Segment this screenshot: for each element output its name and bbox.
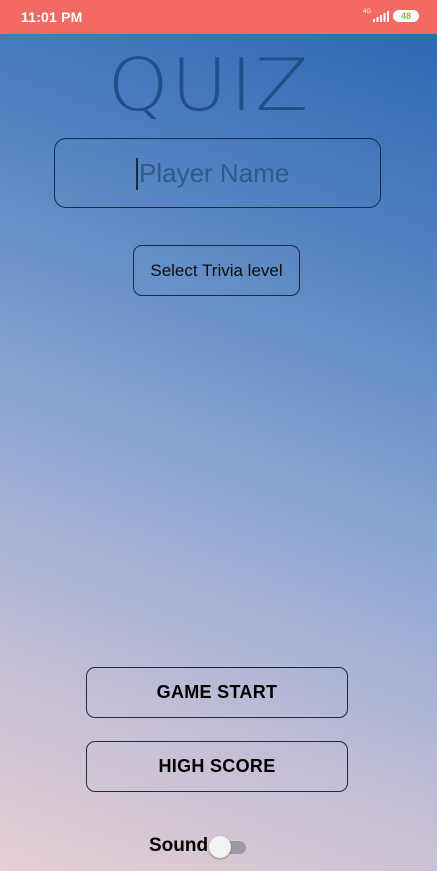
status-time: 11:01 PM	[21, 9, 83, 25]
status-bar: 11:01 PM 4G 48	[0, 0, 437, 34]
network-type-label: 4G	[363, 9, 372, 15]
status-icons: 4G 48	[363, 9, 419, 25]
battery-level: 48	[400, 11, 411, 21]
battery-icon: 48	[393, 10, 419, 22]
sound-label: Sound	[149, 835, 209, 856]
quiz-screen: 11:01 PM 4G 48 QUIZ Select Trivia level …	[0, 0, 437, 871]
sound-toggle-thumb	[209, 836, 231, 858]
high-score-button[interactable]: HIGH SCORE	[86, 741, 348, 792]
sound-toggle[interactable]	[209, 836, 247, 858]
text-cursor	[136, 158, 138, 190]
app-title: QUIZ	[107, 43, 311, 127]
select-trivia-level-button[interactable]: Select Trivia level	[133, 245, 300, 296]
signal-icon	[373, 11, 389, 22]
player-name-input[interactable]	[54, 138, 381, 208]
game-start-button[interactable]: GAME START	[86, 667, 348, 718]
